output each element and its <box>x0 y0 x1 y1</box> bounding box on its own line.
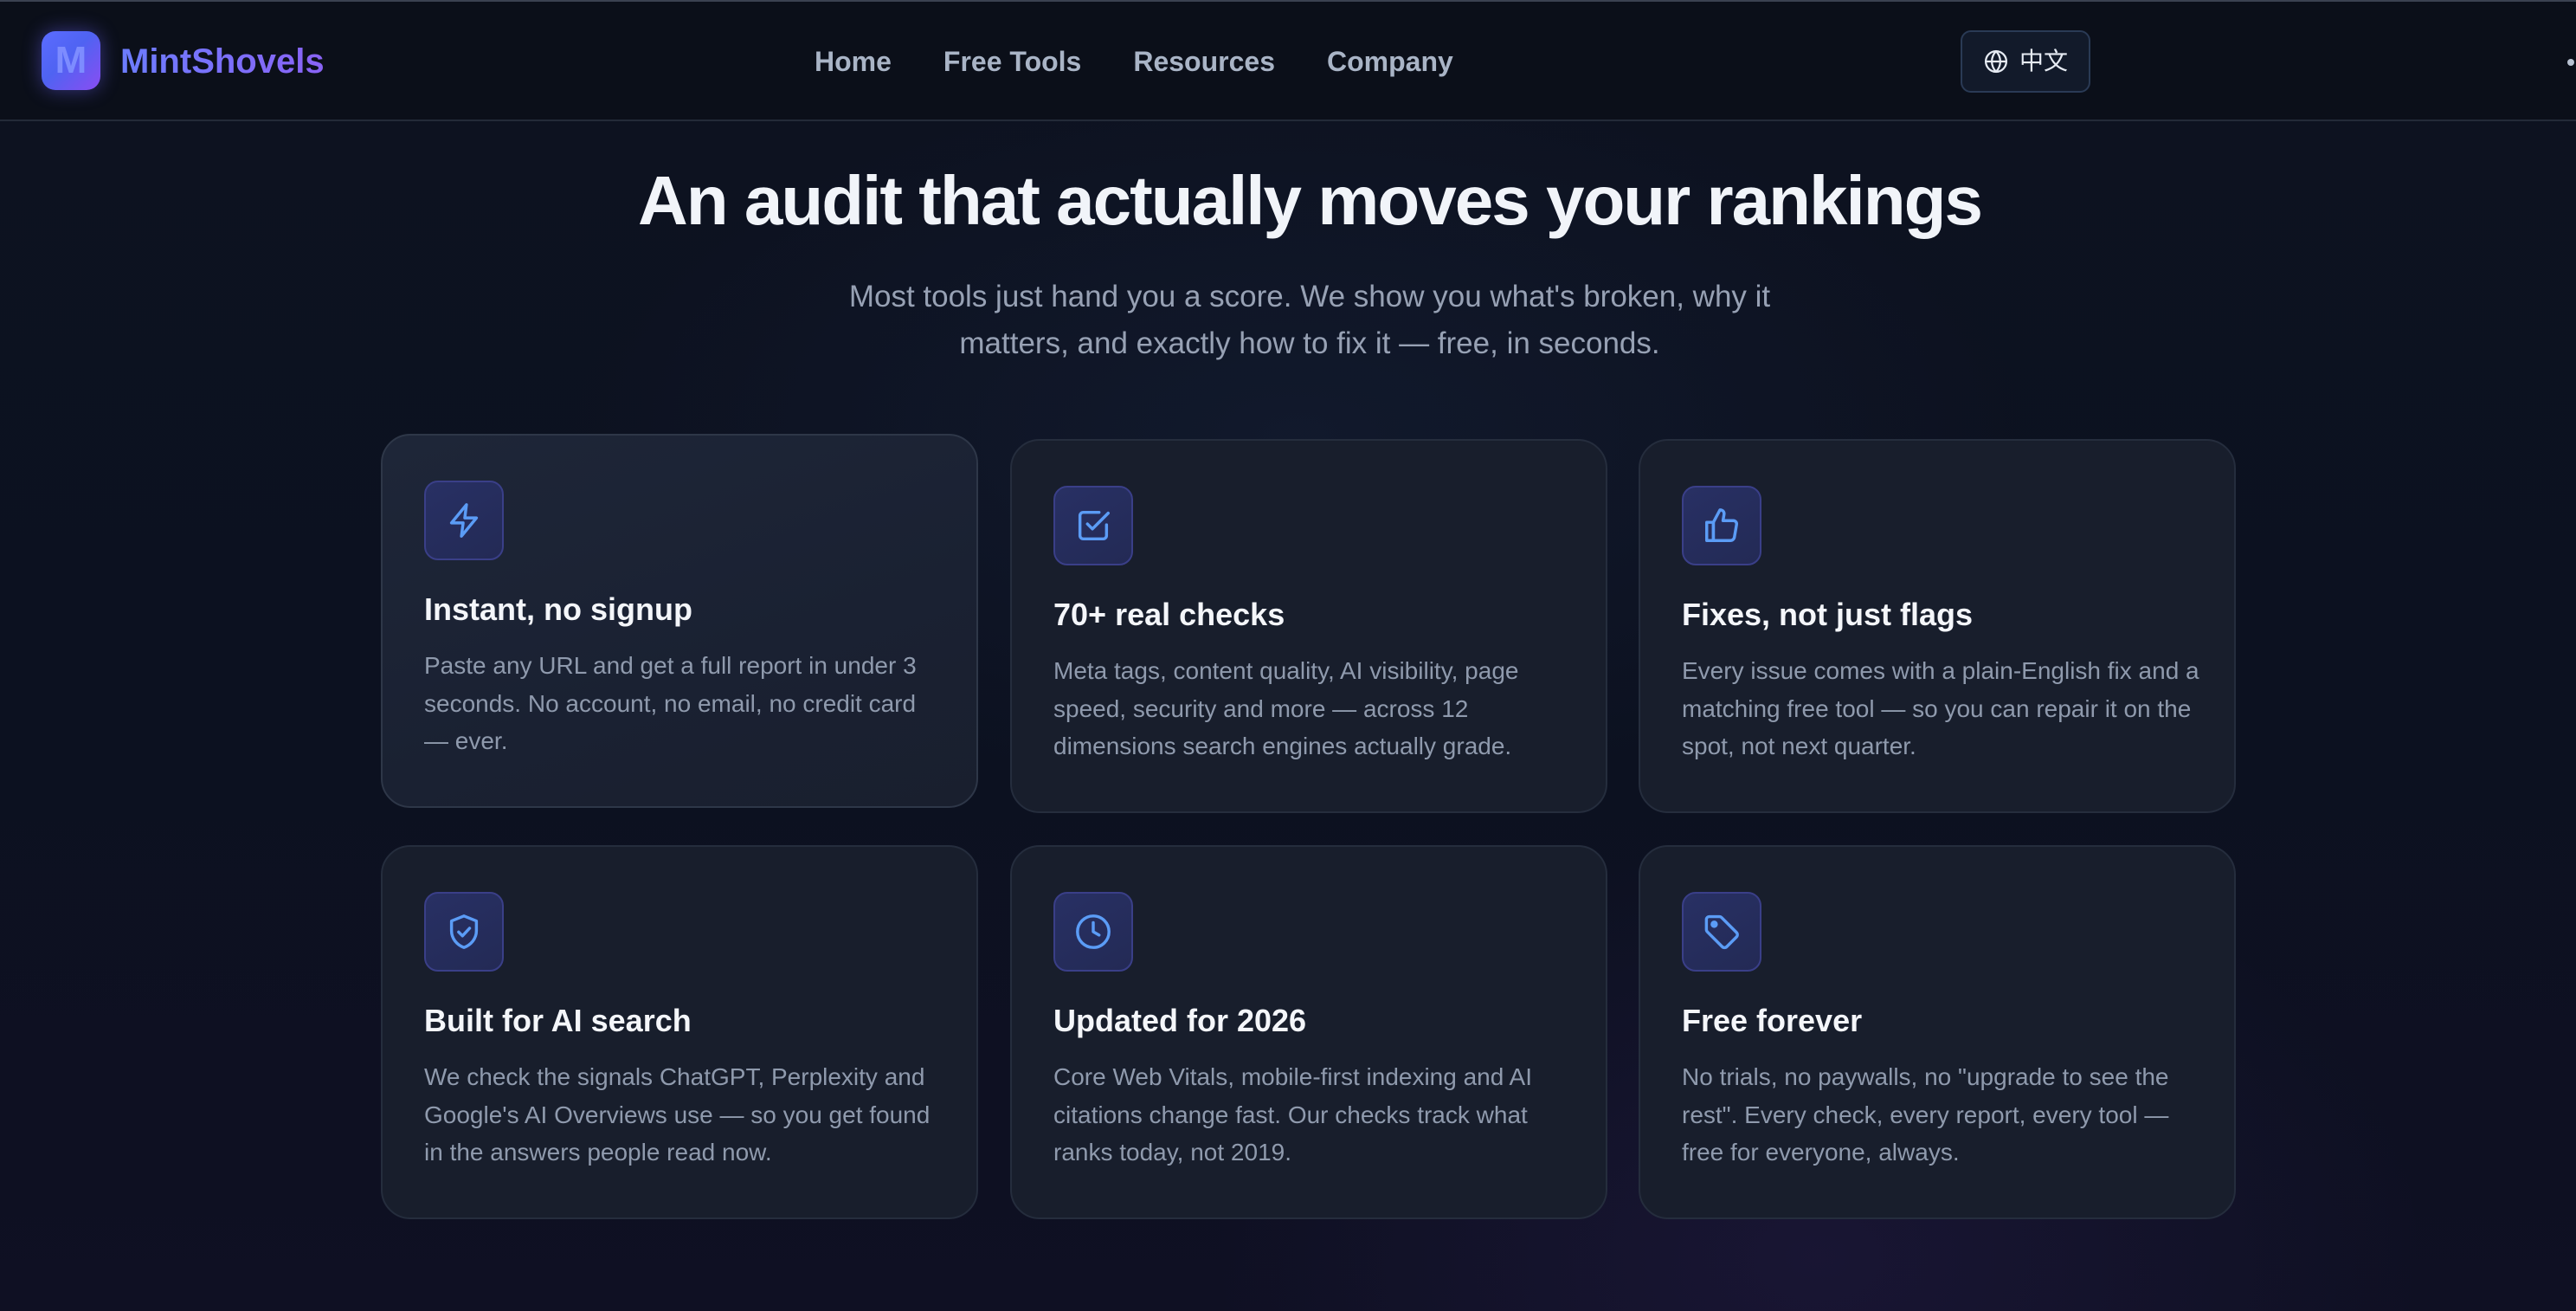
globe-icon <box>1984 50 2007 73</box>
page-title: An audit that actually moves your rankin… <box>638 162 1983 239</box>
checkbox-icon <box>1078 510 1110 541</box>
feature-title: Fixes, not just flags <box>1682 597 1974 632</box>
feature-card-updated: Updated for 2026 Core Web Vitals, mobile… <box>1010 845 1607 1219</box>
feature-description: Every issue comes with a plain-English f… <box>1682 657 2199 759</box>
nav-company[interactable]: Company <box>1327 42 1453 81</box>
feature-card-checks: 70+ real checks Meta tags, content quali… <box>1010 439 1607 813</box>
nav-resources[interactable]: Resources <box>1133 42 1275 81</box>
brand-name[interactable]: MintShovels <box>120 40 325 83</box>
feature-icon-wrapper <box>1682 486 1761 565</box>
feature-description: We check the signals ChatGPT, Perplexity… <box>424 1063 931 1166</box>
feature-title: 70+ real checks <box>1053 597 1285 632</box>
feature-title: Built for AI search <box>424 1003 692 1038</box>
language-label: 中文 <box>2019 47 2068 75</box>
menu-dot-icon[interactable] <box>2567 59 2574 66</box>
main-nav: Home Free Tools Resources Company <box>815 42 1453 81</box>
feature-title: Instant, no signup <box>424 591 692 627</box>
site-header: M MintShovels Home Free Tools Resources … <box>0 2 2576 121</box>
nav-home[interactable]: Home <box>815 42 892 81</box>
feature-icon-wrapper <box>1682 892 1761 972</box>
nav-free-tools[interactable]: Free Tools <box>943 42 1081 81</box>
feature-icon-wrapper <box>424 481 504 560</box>
feature-icon-wrapper <box>1053 486 1133 565</box>
feature-icon-wrapper <box>1053 892 1133 972</box>
feature-description: Paste any URL and get a full report in u… <box>424 652 917 754</box>
clock-icon <box>1076 914 1111 949</box>
feature-card-fixes: Fixes, not just flags Every issue comes … <box>1639 439 2236 813</box>
feature-title: Free forever <box>1682 1003 1863 1038</box>
feature-description: Meta tags, content quality, AI visibilit… <box>1053 657 1519 759</box>
feature-description: No trials, no paywalls, no "upgrade to s… <box>1682 1063 2169 1166</box>
feature-description: Core Web Vitals, mobile-first indexing a… <box>1053 1063 1533 1166</box>
page: M MintShovels Home Free Tools Resources … <box>0 0 2576 1311</box>
logo-letter: M <box>55 39 87 81</box>
feature-card-ai-search: Built for AI search We check the signals… <box>381 845 978 1219</box>
thumbs-up-icon <box>1705 508 1738 542</box>
shield-check-icon <box>449 914 479 949</box>
feature-card-free: Free forever No trials, no paywalls, no … <box>1639 845 2236 1219</box>
logo-icon[interactable]: M <box>42 31 100 90</box>
page-subtitle: Most tools just hand you a score. We sho… <box>848 280 1771 360</box>
feature-title: Updated for 2026 <box>1053 1003 1307 1038</box>
lightning-icon <box>449 503 479 538</box>
feature-icon-wrapper <box>424 892 504 972</box>
language-switch-button[interactable]: 中文 <box>1961 30 2090 93</box>
feature-card-instant: Instant, no signup Paste any URL and get… <box>381 434 978 808</box>
tag-icon <box>1704 914 1739 950</box>
